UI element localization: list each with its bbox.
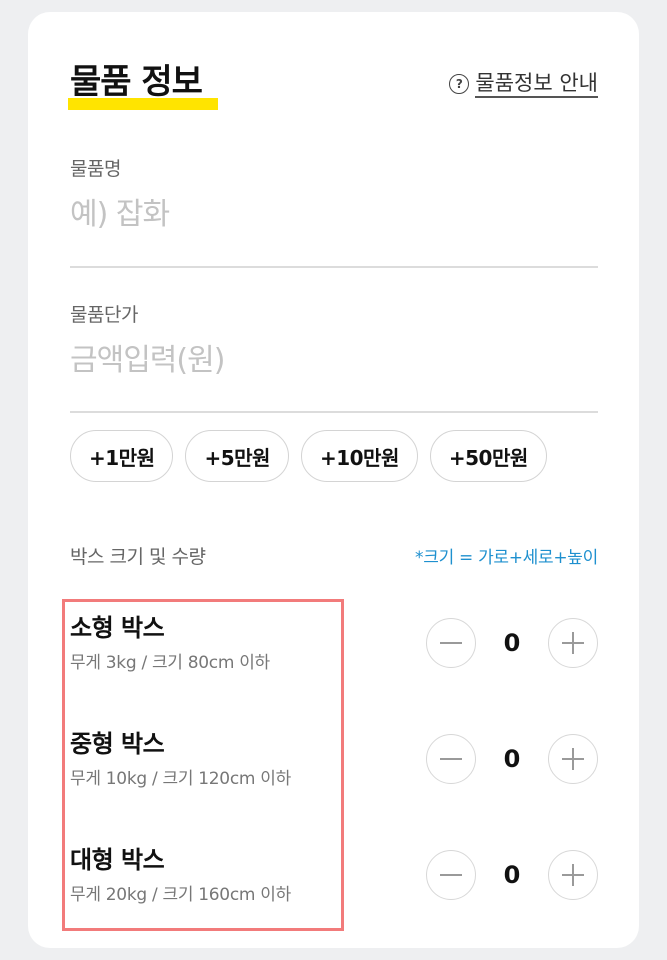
decrease-button[interactable]	[426, 850, 476, 900]
decrease-button[interactable]	[426, 618, 476, 668]
guide-link-text: 물품정보 안내	[475, 70, 598, 98]
box-desc: 무게 3kg / 크기 80cm 이하	[70, 653, 270, 673]
box-desc: 무게 20kg / 크기 160cm 이하	[70, 885, 291, 905]
minus-icon	[440, 642, 462, 644]
quantity-value: 0	[503, 629, 521, 657]
item-price-input[interactable]	[70, 343, 598, 378]
plus-icon-vertical	[572, 748, 574, 770]
section-title: 물품 정보	[70, 62, 203, 102]
decrease-button[interactable]	[426, 734, 476, 784]
box-name: 소형 박스	[70, 614, 165, 642]
box-name: 대형 박스	[70, 846, 165, 874]
item-price-label: 물품단가	[70, 304, 138, 326]
box-row-small: 소형 박스 무게 3kg / 크기 80cm 이하 0	[70, 608, 598, 678]
increase-button[interactable]	[548, 850, 598, 900]
item-price-underline	[70, 411, 598, 413]
box-desc: 무게 10kg / 크기 120cm 이하	[70, 769, 291, 789]
minus-icon	[440, 758, 462, 760]
add-10000-button[interactable]: +1만원	[70, 430, 174, 482]
add-500000-button[interactable]: +50만원	[429, 430, 547, 482]
quantity-value: 0	[503, 861, 521, 889]
size-note: *크기 = 가로+세로+높이	[415, 548, 598, 568]
plus-icon-vertical	[572, 864, 574, 886]
quantity-value: 0	[503, 745, 521, 773]
box-row-medium: 중형 박스 무게 10kg / 크기 120cm 이하 0	[70, 724, 598, 794]
item-info-guide-link[interactable]: ? 물품정보 안내	[449, 70, 598, 98]
item-name-input[interactable]	[70, 197, 598, 232]
plus-icon-vertical	[572, 632, 574, 654]
box-section-label: 박스 크기 및 수량	[70, 546, 206, 568]
increase-button[interactable]	[548, 734, 598, 784]
increase-button[interactable]	[548, 618, 598, 668]
quantity-stepper: 0	[426, 618, 598, 670]
item-name-field: 물품명	[70, 154, 598, 268]
item-info-card: 물품 정보 ? 물품정보 안내 물품명 물품단가 +1만원 +5만원 +10만원…	[28, 12, 639, 948]
box-name: 중형 박스	[70, 730, 165, 758]
quantity-stepper: 0	[426, 734, 598, 786]
minus-icon	[440, 874, 462, 876]
question-circle-icon: ?	[449, 74, 470, 94]
section-header: 물품 정보 ? 물품정보 안내	[68, 60, 598, 120]
add-100000-button[interactable]: +10만원	[300, 430, 418, 482]
item-name-label: 물품명	[70, 158, 121, 180]
item-price-field: 물품단가	[70, 300, 598, 414]
box-section-header: 박스 크기 및 수량 *크기 = 가로+세로+높이	[70, 542, 598, 570]
add-50000-button[interactable]: +5만원	[185, 430, 289, 482]
item-name-underline	[70, 266, 598, 268]
quick-amount-buttons: +1만원 +5만원 +10만원 +50만원	[70, 430, 547, 482]
section-title-wrap: 물품 정보	[68, 60, 218, 110]
box-row-large: 대형 박스 무게 20kg / 크기 160cm 이하 0	[70, 840, 598, 910]
quantity-stepper: 0	[426, 850, 598, 902]
